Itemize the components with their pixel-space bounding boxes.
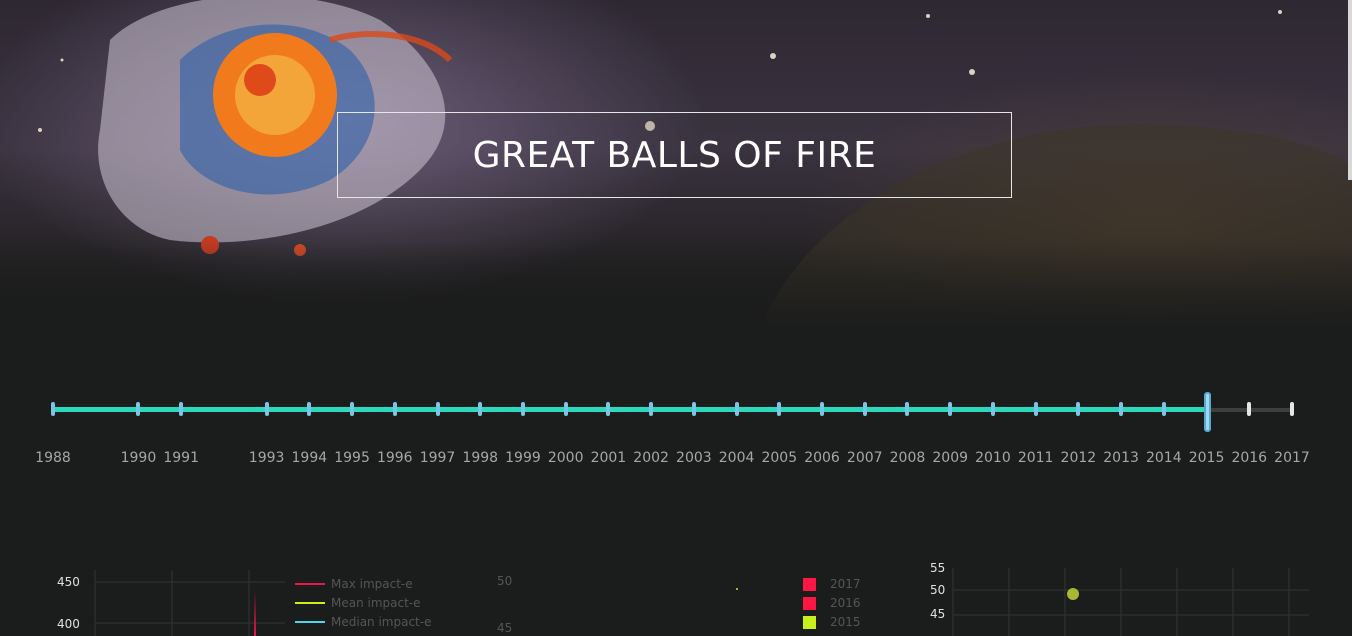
slider-tick-2017[interactable] (1290, 402, 1294, 416)
scrollbar[interactable] (1348, 0, 1352, 180)
y-tick-450: 450 (57, 575, 80, 589)
impact-energy-chart: 450 400 Max impact-e Mean impact-e Media… (0, 560, 460, 636)
year-slider[interactable]: 1988 1990 1991 1993 1994 1995 1996 1997 1998 1999… (0, 380, 1352, 480)
slider-tick-2005[interactable] (777, 402, 782, 416)
scatter-chart: 55 50 45 (920, 560, 1320, 636)
legend-2015-swatch (803, 615, 816, 629)
slider-tick-2014[interactable] (1161, 402, 1166, 416)
slider-tick-1997[interactable] (435, 402, 440, 416)
slider-tick-2003[interactable] (691, 402, 696, 416)
legend-max-swatch (295, 583, 325, 585)
yearly-chart: 50 45 2017 2016 2015 (480, 560, 900, 636)
y-tick-55: 55 (930, 561, 946, 575)
legend-2017-label: 2017 (830, 577, 861, 591)
slider-tick-1996[interactable] (392, 402, 397, 416)
slider-tick-2011[interactable] (1033, 402, 1038, 416)
legend-2017-swatch (803, 577, 816, 591)
legend-mean-swatch (295, 602, 325, 604)
legend-max[interactable]: Max impact-e (295, 577, 413, 591)
legend-mean[interactable]: Mean impact-e (295, 596, 421, 610)
slider-tick-2002[interactable] (649, 402, 654, 416)
legend-median-swatch (295, 621, 325, 623)
data-point (736, 588, 738, 590)
slider-tick-2004[interactable] (734, 402, 739, 416)
slider-tick-1999[interactable] (520, 402, 525, 416)
year-label-1988[interactable]: 1988 (28, 450, 78, 466)
legend-2016-swatch (803, 596, 816, 610)
page-title: GREAT BALLS OF FIRE (472, 134, 877, 176)
slider-tick-2012[interactable] (1076, 402, 1081, 416)
legend-2016-label: 2016 (830, 596, 861, 610)
legend-2015-label: 2015 (830, 615, 861, 629)
slider-tick-2006[interactable] (820, 402, 825, 416)
slider-tick-1990[interactable] (136, 402, 141, 416)
y-tick-400: 400 (57, 617, 80, 631)
slider-tick-1988[interactable] (51, 402, 55, 416)
slider-handle[interactable] (1203, 392, 1211, 432)
slider-tick-1995[interactable] (350, 402, 355, 416)
slider-tick-1998[interactable] (478, 402, 483, 416)
slider-tick-2010[interactable] (990, 402, 995, 416)
y-tick-50: 50 (930, 583, 946, 597)
year-label-2017[interactable]: 2017 (1267, 450, 1317, 466)
legend-median-label: Median impact-e (331, 615, 432, 629)
legend-max-label: Max impact-e (331, 577, 413, 591)
legend-mean-label: Mean impact-e (331, 596, 421, 610)
hero-banner: GREAT BALLS OF FIRE (0, 0, 1352, 330)
slider-tick-1991[interactable] (179, 402, 184, 416)
legend-2016[interactable]: 2016 (803, 596, 861, 610)
slider-tick-1993[interactable] (264, 402, 269, 416)
legend-median[interactable]: Median impact-e (295, 615, 431, 629)
legend-2017[interactable]: 2017 (803, 577, 861, 591)
slider-tick-2016[interactable] (1247, 402, 1252, 416)
max-impact-spike (254, 590, 256, 636)
slider-tick-1994[interactable] (307, 402, 312, 416)
scatter-plot (952, 568, 1309, 636)
legend-2015[interactable]: 2015 (803, 615, 861, 629)
page-title-box: GREAT BALLS OF FIRE (337, 112, 1012, 198)
slider-tick-2008[interactable] (905, 402, 910, 416)
year-label-1991[interactable]: 1991 (156, 450, 206, 466)
slider-tick-2009[interactable] (948, 402, 953, 416)
slider-tick-2000[interactable] (563, 402, 568, 416)
slider-tick-2007[interactable] (862, 402, 867, 416)
slider-tick-2013[interactable] (1119, 402, 1124, 416)
y-tick-45: 45 (930, 607, 946, 621)
scatter-point[interactable] (1067, 588, 1079, 600)
slider-tick-2001[interactable] (606, 402, 611, 416)
